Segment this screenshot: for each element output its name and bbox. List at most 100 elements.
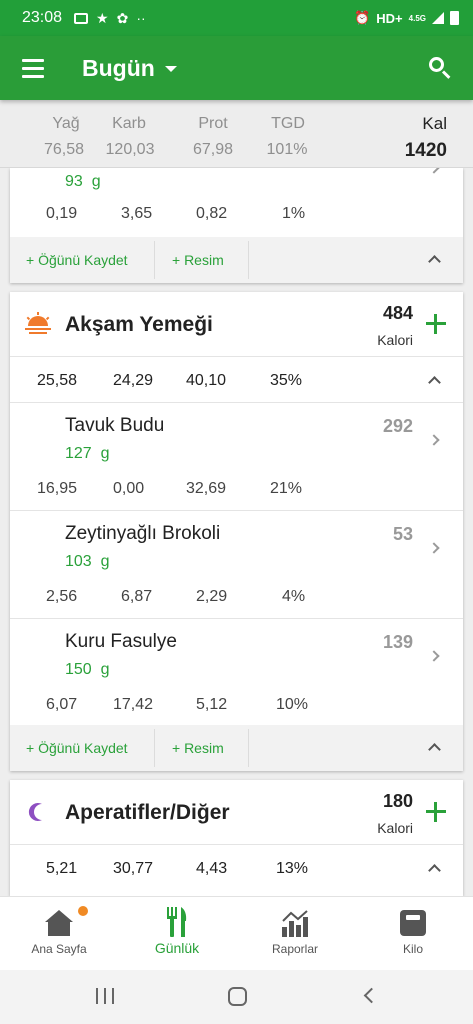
page-title: Bugün [82, 54, 155, 81]
add-photo-button[interactable]: + Resim [172, 725, 224, 771]
chevron-right-icon [428, 434, 440, 446]
macro-rdi: 10% [276, 696, 309, 713]
save-meal-button[interactable]: + Öğünü Kaydet [26, 725, 128, 771]
meal-macro-protein: 4,43 [196, 860, 228, 877]
network-type: HD+ [376, 10, 403, 26]
meal-actions: + Öğünü Kaydet + Resim [10, 725, 463, 771]
signal-icon [432, 12, 444, 24]
add-food-button[interactable] [426, 802, 446, 822]
notification-badge [78, 906, 88, 916]
total-label-protein: Prot [198, 115, 228, 132]
divider [154, 729, 155, 767]
food-name: Tavuk Budu [65, 415, 165, 436]
total-value-calories: 1420 [404, 140, 447, 161]
divider [248, 729, 249, 767]
nav-label: Kilo [402, 942, 423, 956]
meal-calories-label: Kalori [377, 820, 413, 836]
meal-macro-protein: 40,10 [186, 372, 227, 389]
chart-icon [282, 910, 308, 937]
macro-protein: 0,82 [196, 205, 228, 222]
daily-totals: Yağ Karb Prot TGD 76,58 120,03 67,98 101… [0, 100, 473, 168]
macro-fat: 2,56 [46, 588, 78, 605]
food-item[interactable]: Tavuk Budu 292 127 g 16,95 0,00 32,69 21… [10, 402, 463, 510]
total-value-fat: 76,58 [43, 141, 85, 158]
macro-carb: 0,00 [113, 480, 145, 497]
menu-icon[interactable] [22, 58, 44, 78]
divider [248, 241, 249, 279]
total-value-rdi: 101% [266, 141, 308, 158]
system-navigation-bar [0, 970, 473, 1024]
recent-apps-icon[interactable] [96, 988, 114, 1004]
add-food-button[interactable] [426, 314, 446, 334]
macro-fat: 6,07 [46, 696, 78, 713]
home-icon [45, 910, 73, 936]
nav-label: Ana Sayfa [31, 942, 87, 956]
food-calories: 292 [382, 416, 413, 436]
alarm-icon: ⏰ [354, 10, 371, 25]
food-quantity: 127 g [65, 445, 110, 462]
food-item[interactable]: Zeytinyağlı Brokoli 53 103 g 2,56 6,87 2… [10, 510, 463, 618]
date-selector[interactable]: Bugün [82, 55, 177, 82]
meal-card-snacks: Aperatifler/Diğer 180 Kalori 5,21 30,77 … [10, 780, 463, 896]
macro-protein: 32,69 [186, 480, 227, 497]
total-label-carb: Karb [112, 115, 146, 132]
chevron-right-icon [428, 650, 440, 662]
meal-macro-rdi: 35% [270, 372, 303, 389]
meal-calories: 484 [382, 303, 413, 323]
system-icons: ⏰ HD+ 4.5G [354, 10, 459, 26]
app-bar: Bugün [0, 36, 473, 100]
meal-actions: + Öğünü Kaydet + Resim [10, 237, 463, 283]
macro-protein: 5,12 [196, 696, 228, 713]
meal-macro-carb: 30,77 [113, 860, 154, 877]
moon-icon [28, 803, 42, 821]
nav-label: Raporlar [271, 942, 319, 956]
meal-calories: 180 [382, 791, 413, 811]
macro-carb: 17,42 [113, 696, 154, 713]
macro-fat: 16,95 [37, 480, 78, 497]
meal-card-previous: 93 g 0,19 3,65 0,82 1% + Öğünü Kaydet + … [10, 162, 463, 283]
macro-fat: 0,19 [46, 205, 78, 222]
meal-calories-label: Kalori [377, 332, 413, 348]
collapse-icon[interactable] [428, 743, 441, 756]
back-icon[interactable] [363, 987, 380, 1004]
network-gen: 4.5G [408, 13, 426, 23]
food-item[interactable]: Kuru Fasulye 139 150 g 6,07 17,42 5,12 1… [10, 618, 463, 725]
meal-title: Aperatifler/Diğer [65, 801, 230, 824]
status-bar: 23:08 ★ ✿ ·· ⏰ HD+ 4.5G [0, 0, 473, 36]
nav-label: Günlük [154, 940, 200, 956]
total-label-calories: Kal [422, 114, 447, 133]
food-name: Kuru Fasulye [65, 631, 177, 652]
status-time: 23:08 [22, 9, 63, 26]
add-photo-button[interactable]: + Resim [172, 237, 224, 283]
food-calories: 53 [392, 524, 413, 544]
nav-diary[interactable]: Günlük [118, 897, 236, 971]
macro-rdi: 4% [282, 588, 306, 605]
notification-icons: ★ ✿ ·· [74, 10, 146, 27]
macro-protein: 2,29 [196, 588, 228, 605]
search-icon[interactable] [429, 57, 451, 79]
home-button-icon[interactable] [228, 987, 247, 1006]
meal-macro-rdi: 13% [276, 860, 309, 877]
chevron-right-icon [428, 542, 440, 554]
macro-carb: 6,87 [121, 588, 153, 605]
macro-rdi: 21% [270, 480, 303, 497]
nav-home[interactable]: Ana Sayfa [0, 897, 118, 971]
total-value-carb: 120,03 [105, 141, 155, 158]
macro-rdi: 1% [282, 205, 306, 222]
nav-weight[interactable]: Kilo [354, 897, 472, 971]
food-calories: 139 [382, 632, 413, 652]
collapse-icon[interactable] [428, 864, 441, 877]
total-value-protein: 67,98 [192, 141, 234, 158]
nav-reports[interactable]: Raporlar [236, 897, 354, 971]
meal-macro-fat: 25,58 [37, 372, 78, 389]
image-icon [74, 12, 89, 24]
meal-macro-carb: 24,29 [113, 372, 154, 389]
twitter-icon: ✿ [116, 9, 129, 26]
total-label-fat: Yağ [52, 115, 80, 132]
collapse-icon[interactable] [428, 376, 441, 389]
food-quantity: 150 g [65, 661, 110, 678]
scale-icon [400, 910, 426, 936]
battery-icon [450, 11, 459, 25]
save-meal-button[interactable]: + Öğünü Kaydet [26, 237, 128, 283]
collapse-icon[interactable] [428, 255, 441, 268]
